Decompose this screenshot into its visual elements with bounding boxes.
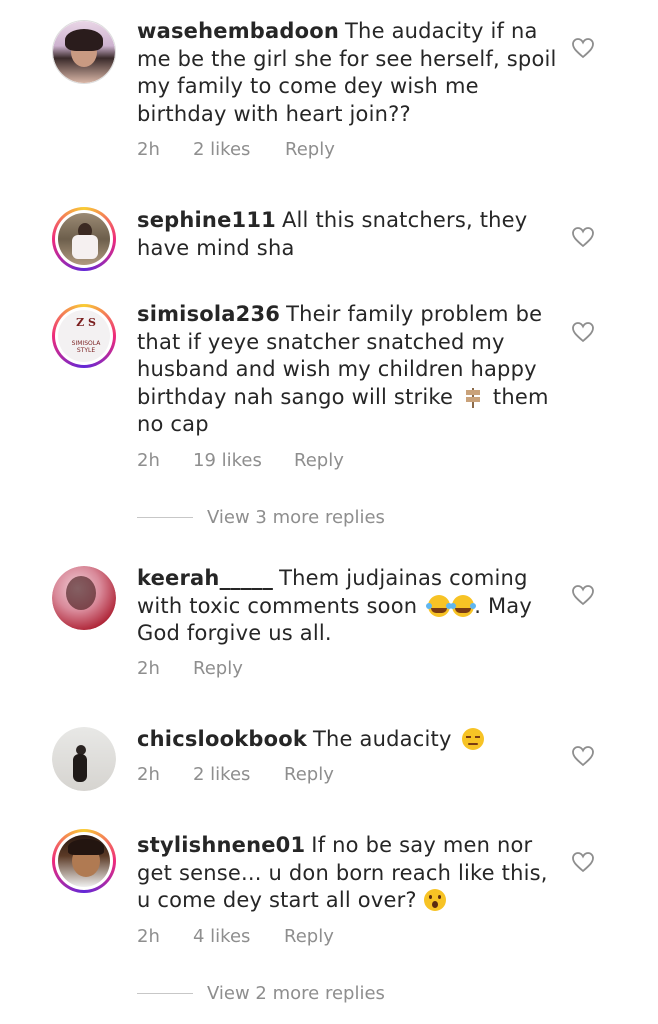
comment-text: sephine111 All this snatchers, they have …	[137, 207, 557, 262]
avatar[interactable]	[52, 566, 116, 630]
heart-outline-icon[interactable]	[571, 37, 595, 59]
avatar-logo-text: Z S	[76, 316, 96, 329]
likes-count[interactable]: 2 likes	[193, 764, 284, 785]
comment-body: The audacity	[313, 727, 452, 751]
view-more-label[interactable]: View 3 more replies	[207, 507, 385, 528]
heart-outline-icon[interactable]	[571, 745, 595, 767]
comment-time: 2h	[137, 658, 160, 679]
comment-meta: 2h 2 likes Reply	[137, 764, 334, 785]
comment-text: chicslookbook The audacity	[137, 726, 557, 754]
comment-username[interactable]: simisola236	[137, 302, 280, 326]
comment-text: wasehembadoon The audacity if na me be th…	[137, 18, 557, 128]
tears-of-joy-emoji	[450, 594, 477, 617]
view-more-replies[interactable]: View 2 more replies	[137, 983, 385, 1004]
comment-time: 2h	[137, 926, 160, 947]
surprised-face-emoji	[423, 889, 446, 911]
view-more-replies[interactable]: View 3 more replies	[137, 507, 385, 528]
comment-time: 2h	[137, 450, 160, 471]
heart-outline-icon[interactable]	[571, 321, 595, 343]
comment-text: simisola236 Their family problem be that …	[137, 301, 557, 439]
avatar[interactable]	[52, 727, 116, 791]
heart-outline-icon[interactable]	[571, 226, 595, 248]
unamused-face-emoji	[462, 728, 485, 750]
comment-text: keerah_____ Them judjainas coming with to…	[137, 565, 557, 648]
reply-button[interactable]: Reply	[284, 764, 334, 785]
reply-button[interactable]: Reply	[193, 658, 243, 679]
tears-of-joy-emoji	[426, 594, 453, 617]
likes-count[interactable]: 4 likes	[193, 926, 284, 947]
comment-username[interactable]: wasehembadoon	[137, 19, 339, 43]
avatar[interactable]	[52, 20, 116, 84]
avatar[interactable]	[52, 207, 116, 271]
signpost-emoji	[466, 387, 480, 408]
divider	[137, 993, 193, 994]
comment-meta: 2h 4 likes Reply	[137, 926, 334, 947]
avatar-logo-text: SIMISOLA STYLE	[71, 340, 101, 354]
comment-username[interactable]: stylishnene01	[137, 833, 305, 857]
comment-meta: 2h 19 likes Reply	[137, 450, 344, 471]
comment-text: stylishnene01 If no be say men nor get se…	[137, 832, 557, 915]
comment-time: 2h	[137, 764, 160, 785]
heart-outline-icon[interactable]	[571, 584, 595, 606]
avatar[interactable]	[52, 829, 116, 893]
comment-username[interactable]: sephine111	[137, 208, 276, 232]
comment-meta: 2h 2 likes Reply	[137, 139, 335, 160]
reply-button[interactable]: Reply	[294, 450, 344, 471]
comment-time: 2h	[137, 139, 160, 160]
comment-username[interactable]: keerah_____	[137, 566, 273, 590]
likes-count[interactable]: 19 likes	[193, 450, 294, 471]
divider	[137, 517, 193, 518]
view-more-label[interactable]: View 2 more replies	[207, 983, 385, 1004]
avatar[interactable]: Z S SIMISOLA STYLE	[52, 304, 116, 368]
reply-button[interactable]: Reply	[284, 926, 334, 947]
reply-button[interactable]: Reply	[285, 139, 335, 160]
comment-meta: 2h Reply	[137, 658, 243, 679]
comment-username[interactable]: chicslookbook	[137, 727, 307, 751]
heart-outline-icon[interactable]	[571, 851, 595, 873]
likes-count[interactable]: 2 likes	[193, 139, 285, 160]
